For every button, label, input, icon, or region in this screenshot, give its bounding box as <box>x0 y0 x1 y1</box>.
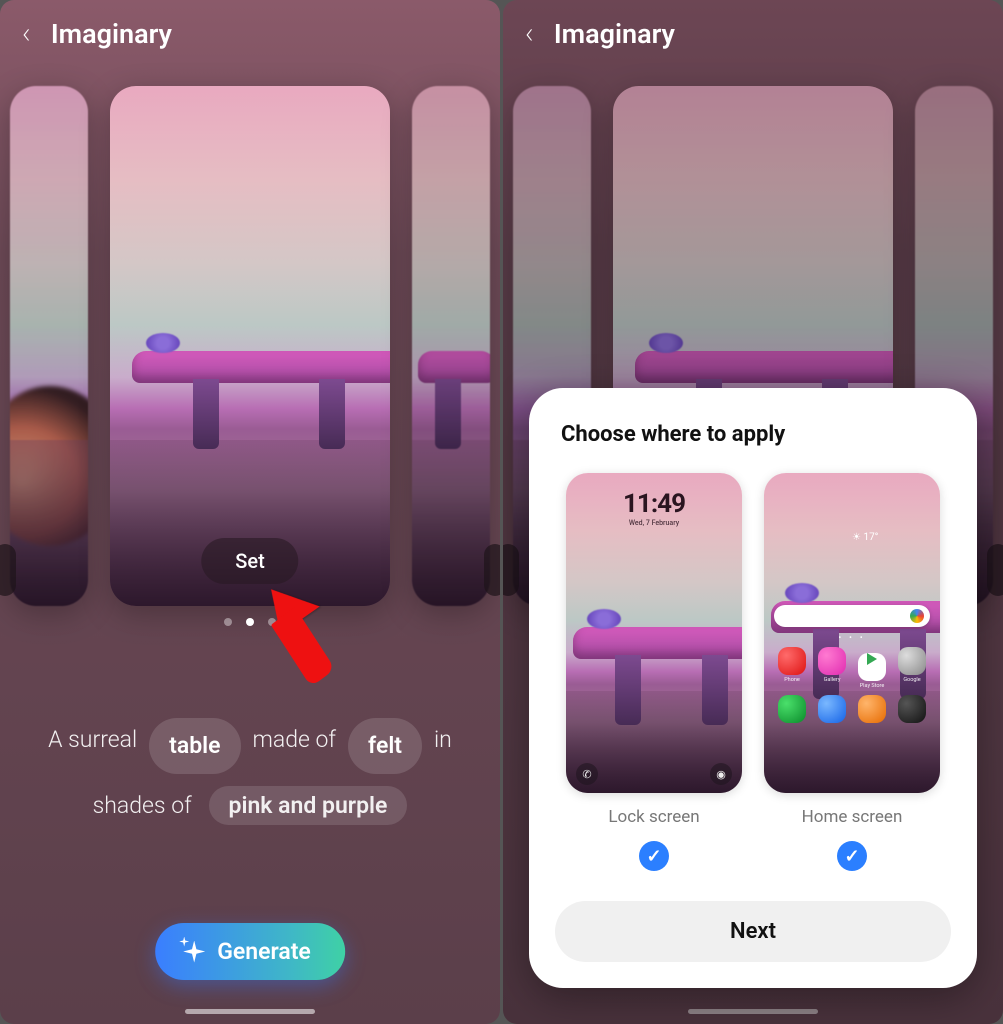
lock-time: 11:49 <box>566 489 742 519</box>
weather-widget: ☀ 17° <box>852 523 932 551</box>
header: ‹ Imaginary <box>0 18 500 50</box>
wallpaper-table-graphic <box>132 351 390 441</box>
preview-row: 11:49 Wed, 7 February ✆ ◉ Lock screen ✓ <box>555 473 951 871</box>
home-label: Home screen <box>764 807 940 827</box>
app-icon <box>818 647 846 675</box>
screen-generate: ‹ Imaginary Set <box>0 0 500 1024</box>
option-home-screen[interactable]: ☀ 17° • • • Phone Gallery Play Store Goo… <box>764 473 940 871</box>
prompt-word: made of <box>253 718 337 774</box>
carousel-dots <box>0 618 500 626</box>
screen-apply: ‹ Imaginary Choose where to apply <box>503 0 1003 1024</box>
home-preview: ☀ 17° • • • Phone Gallery Play Store Goo… <box>764 473 940 793</box>
annotation-arrow <box>264 582 312 624</box>
home-indicator[interactable] <box>185 1009 315 1014</box>
apply-sheet: Choose where to apply 11:49 Wed, 7 Febru… <box>529 388 977 988</box>
sparkle-icon <box>183 941 205 963</box>
dot-0[interactable] <box>224 618 232 626</box>
wallpaper-current[interactable]: Set <box>110 86 390 606</box>
prompt-chip-material[interactable]: felt <box>348 718 422 774</box>
page-dots: • • • <box>764 633 940 642</box>
app-icon <box>858 653 886 681</box>
home-checkbox[interactable]: ✓ <box>837 841 867 871</box>
generate-label: Generate <box>217 938 311 965</box>
generate-button[interactable]: Generate <box>155 923 345 980</box>
carousel-prev-handle[interactable] <box>0 544 16 596</box>
camera-icon: ◉ <box>710 763 732 785</box>
app-icon <box>898 695 926 723</box>
prompt-chip-subject[interactable]: table <box>149 718 240 774</box>
back-icon[interactable]: ‹ <box>525 19 534 49</box>
lock-preview: 11:49 Wed, 7 February ✆ ◉ <box>566 473 742 793</box>
prompt-word: shades of pink and purple <box>30 784 470 828</box>
next-button[interactable]: Next <box>555 901 951 962</box>
phone-icon: ✆ <box>576 763 598 785</box>
sheet-heading: Choose where to apply <box>555 422 951 447</box>
header: ‹ Imaginary <box>503 18 1003 50</box>
prompt-word: in <box>434 718 452 774</box>
app-icon <box>858 695 886 723</box>
lock-checkbox[interactable]: ✓ <box>639 841 669 871</box>
page-title: Imaginary <box>51 18 172 50</box>
carousel-next-handle[interactable] <box>484 544 500 596</box>
app-icon <box>898 647 926 675</box>
wallpaper-next[interactable] <box>412 86 490 606</box>
page-title: Imaginary <box>554 18 675 50</box>
back-icon[interactable]: ‹ <box>22 19 31 49</box>
lock-label: Lock screen <box>566 807 742 827</box>
lock-date: Wed, 7 February <box>566 519 742 527</box>
dot-1[interactable] <box>246 618 254 626</box>
check-icon: ✓ <box>646 846 661 867</box>
prompt-chip-colors[interactable]: pink and purple <box>209 786 408 825</box>
prompt-text: A surreal table made of felt in shades o… <box>30 718 470 827</box>
prompt-word: A surreal <box>48 718 137 774</box>
wallpaper-prev[interactable] <box>10 86 88 606</box>
wallpaper-carousel[interactable]: Set <box>0 86 500 606</box>
check-icon: ✓ <box>844 846 859 867</box>
app-icon <box>818 695 846 723</box>
option-lock-screen[interactable]: 11:49 Wed, 7 February ✆ ◉ Lock screen ✓ <box>566 473 742 871</box>
app-icon <box>778 695 806 723</box>
app-icon <box>778 647 806 675</box>
search-bar <box>774 605 930 627</box>
set-button[interactable]: Set <box>201 538 298 584</box>
